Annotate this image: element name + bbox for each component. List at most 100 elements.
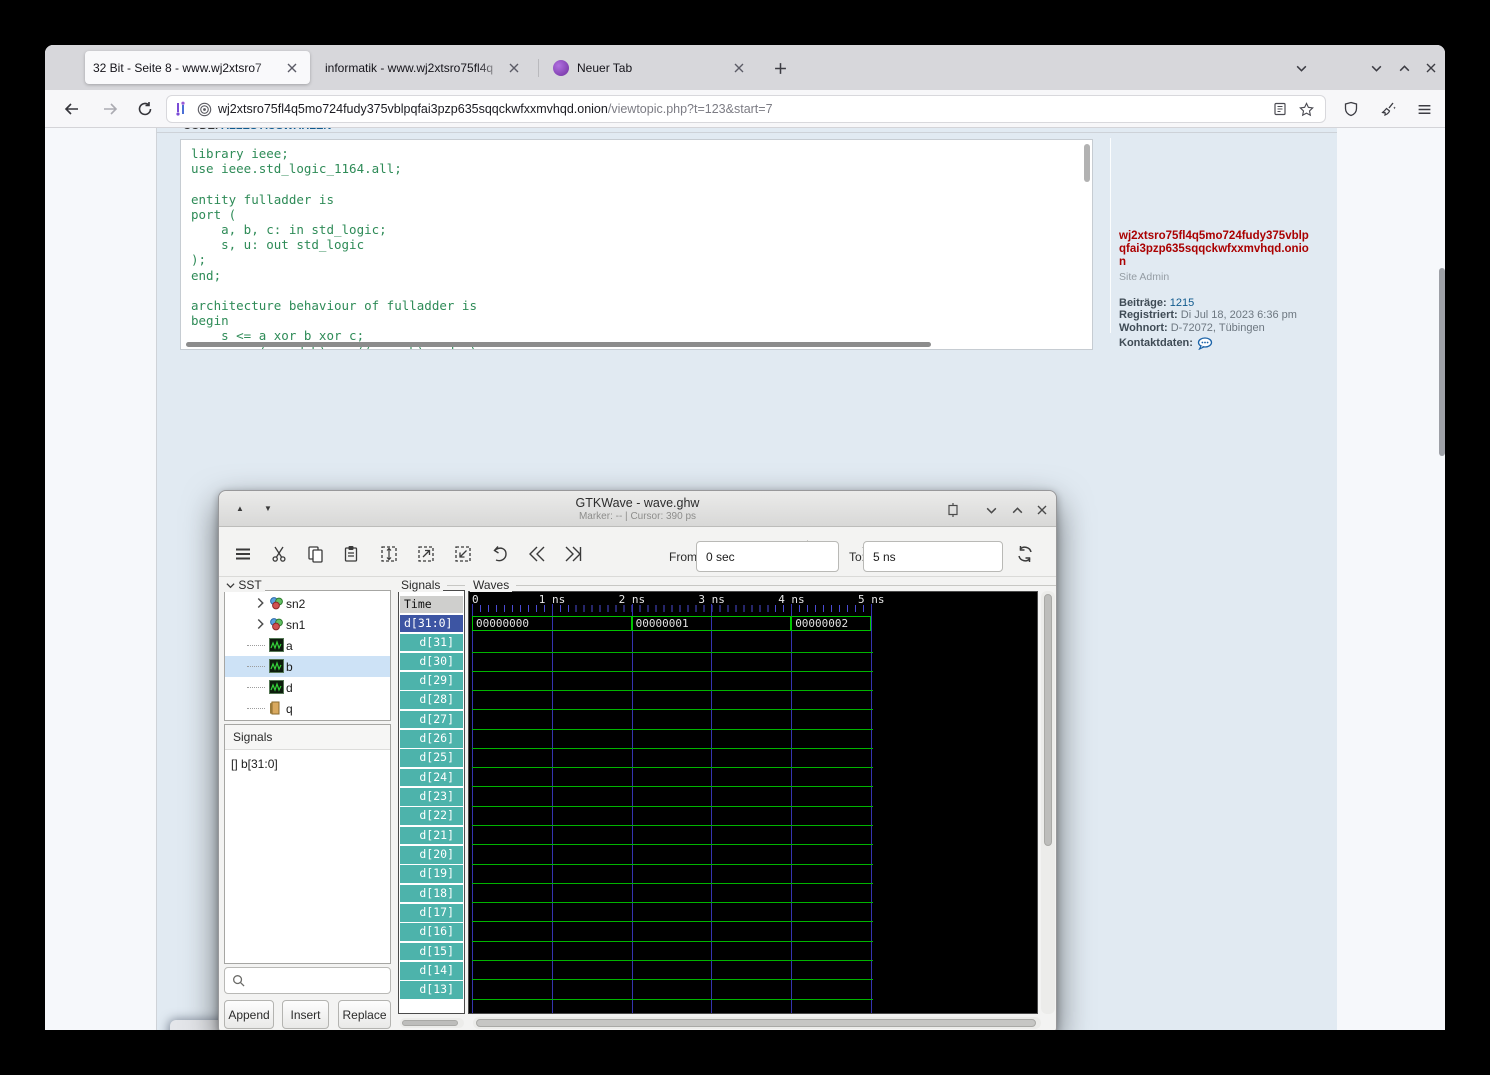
signal-cell-d[27][interactable]: d[27] bbox=[400, 711, 463, 728]
copy-icon[interactable] bbox=[303, 542, 327, 566]
signal-cell-d[17][interactable]: d[17] bbox=[400, 904, 463, 921]
gtkwave-minimize-icon[interactable] bbox=[980, 499, 1002, 521]
page-scrollbar[interactable] bbox=[1439, 268, 1445, 456]
signal-cell-d[30][interactable]: d[30] bbox=[400, 653, 463, 670]
go-to-end-icon[interactable] bbox=[561, 542, 585, 566]
ruler-label: 1 ns bbox=[539, 593, 566, 606]
signal-cell-bus[interactable]: d[31:0] bbox=[400, 615, 463, 632]
gtkwave-maximize-icon[interactable] bbox=[1006, 499, 1028, 521]
tab-forum-page[interactable]: 32 Bit - Seite 8 - www.wj2xtsro7 bbox=[85, 51, 310, 84]
wave-low-line-d[30] bbox=[472, 671, 873, 672]
scrollbar-thumb[interactable] bbox=[402, 1020, 458, 1026]
fit-window-icon[interactable] bbox=[942, 499, 964, 521]
tree-item-q[interactable]: q bbox=[225, 698, 390, 719]
waves-vscrollbar[interactable] bbox=[1041, 591, 1055, 1014]
zoom-fit-icon[interactable] bbox=[377, 542, 401, 566]
waves-hscrollbar[interactable] bbox=[473, 1017, 1041, 1029]
bookmark-star-icon[interactable] bbox=[1293, 97, 1319, 121]
wave-low-line-d[15] bbox=[472, 960, 873, 961]
insert-button[interactable]: Insert bbox=[282, 1000, 329, 1029]
paste-icon[interactable] bbox=[339, 542, 363, 566]
gtkwave-close-icon[interactable] bbox=[1031, 499, 1053, 521]
scrollbar-thumb[interactable] bbox=[476, 1019, 1036, 1027]
tree-item-d[interactable]: d bbox=[225, 677, 390, 698]
sst-expander[interactable]: SST bbox=[223, 578, 265, 592]
posts-count-link[interactable]: 1215 bbox=[1170, 297, 1194, 309]
go-to-start-icon[interactable] bbox=[525, 542, 549, 566]
signal-column-hscrollbar[interactable] bbox=[400, 1018, 464, 1028]
username-link[interactable]: wj2xtsro75fl4q5mo724fudy375vblpqfai3pzp6… bbox=[1119, 230, 1311, 269]
tree-item-sn2[interactable]: sn2 bbox=[225, 593, 390, 614]
zoom-in-icon[interactable] bbox=[414, 542, 438, 566]
expander-chevron-icon[interactable] bbox=[256, 597, 265, 609]
reader-mode-icon[interactable] bbox=[1267, 97, 1293, 121]
window-close-icon[interactable] bbox=[1418, 55, 1444, 81]
tree-item-sn1[interactable]: sn1 bbox=[225, 614, 390, 635]
tree-item-label: sn1 bbox=[286, 618, 305, 632]
menu-hamburger-icon[interactable] bbox=[1409, 94, 1439, 124]
from-time-input[interactable]: 0 sec bbox=[696, 541, 839, 572]
tab-new-tab[interactable]: Neuer Tab bbox=[545, 51, 757, 84]
menu-icon[interactable] bbox=[231, 542, 255, 566]
signal-cell-d[19][interactable]: d[19] bbox=[400, 865, 463, 882]
code-vertical-scrollbar[interactable] bbox=[1084, 144, 1090, 182]
signal-cell-d[21][interactable]: d[21] bbox=[400, 827, 463, 844]
zoom-out-icon[interactable] bbox=[451, 542, 475, 566]
signal-cell-d[18][interactable]: d[18] bbox=[400, 885, 463, 902]
signal-cell-d[14][interactable]: d[14] bbox=[400, 962, 463, 979]
gtkwave-titlebar[interactable]: ▲ ▼ GTKWave - wave.ghw Marker: -- | Curs… bbox=[219, 491, 1056, 527]
tree-item-a[interactable]: a bbox=[225, 635, 390, 656]
forward-button[interactable] bbox=[95, 94, 125, 124]
signal-cell-d[31][interactable]: d[31] bbox=[400, 634, 463, 651]
time-header-cell[interactable]: Time bbox=[400, 596, 463, 613]
code-block[interactable]: library ieee; use ieee.std_logic_1164.al… bbox=[180, 139, 1093, 350]
reload-waves-icon[interactable] bbox=[1013, 542, 1037, 566]
code-horizontal-scrollbar[interactable] bbox=[186, 342, 931, 347]
undo-icon[interactable] bbox=[488, 542, 512, 566]
registered-label: Registriert: bbox=[1119, 309, 1178, 321]
tree-branch-line bbox=[247, 666, 265, 667]
signal-cell-d[22][interactable]: d[22] bbox=[400, 807, 463, 824]
url-bar[interactable]: wj2xtsro75fl4q5mo724fudy375vblpqfai3pzp6… bbox=[166, 95, 1326, 123]
time-gridline bbox=[552, 604, 553, 1013]
wave-canvas[interactable]: 01 ns2 ns3 ns4 ns5 ns0000000000000001000… bbox=[468, 591, 1038, 1014]
tab-close-icon[interactable] bbox=[282, 58, 302, 78]
wave-low-line-d[27] bbox=[472, 729, 873, 730]
scrollbar-thumb[interactable] bbox=[1044, 594, 1052, 846]
reload-button[interactable] bbox=[130, 94, 160, 124]
signal-cell-d[26][interactable]: d[26] bbox=[400, 730, 463, 747]
signal-cell-d[24][interactable]: d[24] bbox=[400, 769, 463, 786]
list-all-tabs-chevron-icon[interactable] bbox=[1288, 55, 1314, 81]
tab-close-icon[interactable] bbox=[729, 58, 749, 78]
replace-button[interactable]: Replace bbox=[338, 1000, 391, 1029]
signal-cell-d[20][interactable]: d[20] bbox=[400, 846, 463, 863]
signal-cell-d[16][interactable]: d[16] bbox=[400, 923, 463, 940]
private-message-icon[interactable] bbox=[1197, 337, 1213, 350]
clear-data-broom-icon[interactable] bbox=[1374, 94, 1404, 124]
shield-icon[interactable] bbox=[1336, 94, 1366, 124]
window-minimize-icon[interactable] bbox=[1363, 55, 1389, 81]
signal-cell-d[15][interactable]: d[15] bbox=[400, 943, 463, 960]
tab-informatik[interactable]: informatik - www.wj2xtsro75fl4q bbox=[317, 51, 532, 84]
bus-value-segment: 00000002 bbox=[791, 616, 871, 631]
onion-site-icon[interactable] bbox=[197, 102, 212, 117]
tree-item-b[interactable]: b bbox=[225, 656, 390, 677]
tab-close-icon[interactable] bbox=[504, 58, 524, 78]
circuit-display-icon[interactable] bbox=[173, 101, 189, 117]
window-maximize-icon[interactable] bbox=[1391, 55, 1417, 81]
signal-list-item[interactable]: [] b[31:0] bbox=[225, 750, 390, 771]
location-label: Wohnort: bbox=[1119, 322, 1168, 334]
signal-cell-d[25][interactable]: d[25] bbox=[400, 749, 463, 766]
expander-chevron-icon[interactable] bbox=[256, 618, 265, 630]
signal-cell-d[28][interactable]: d[28] bbox=[400, 691, 463, 708]
select-all-link[interactable]: ALLES AUSWÄHLEN bbox=[221, 128, 331, 132]
signal-search-input[interactable] bbox=[224, 967, 391, 994]
new-tab-button[interactable] bbox=[767, 55, 793, 81]
append-button[interactable]: Append bbox=[224, 1000, 274, 1029]
signal-cell-d[23][interactable]: d[23] bbox=[400, 788, 463, 805]
back-button[interactable] bbox=[57, 94, 87, 124]
cut-icon[interactable] bbox=[267, 542, 291, 566]
to-time-input[interactable]: 5 ns bbox=[863, 541, 1003, 572]
signal-cell-d[29][interactable]: d[29] bbox=[400, 672, 463, 689]
signal-cell-d[13][interactable]: d[13] bbox=[400, 981, 463, 998]
